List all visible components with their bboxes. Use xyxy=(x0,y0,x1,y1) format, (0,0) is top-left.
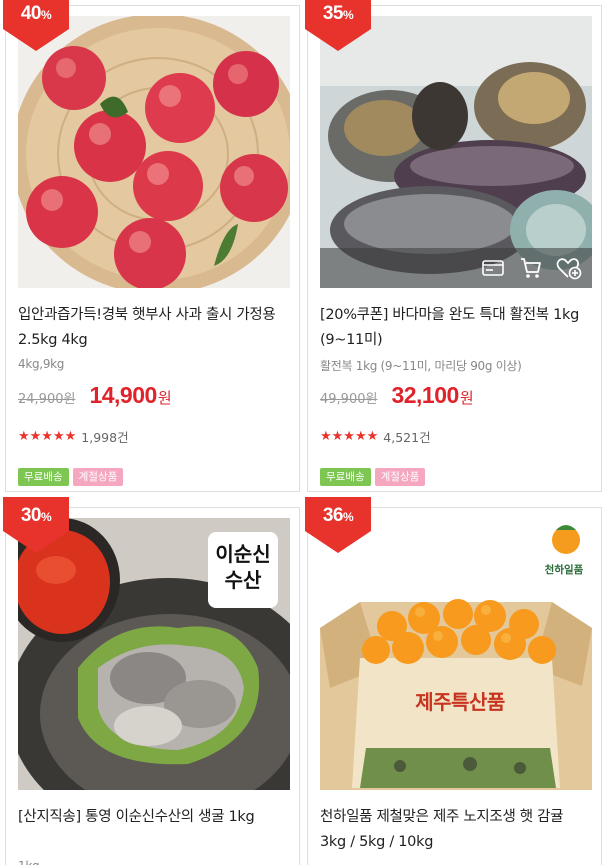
product-title[interactable]: 입안과즙가득!경북 햇부사 사과 출시 가정용 2.5kg 4kg xyxy=(18,303,290,353)
currency-label: 원 xyxy=(157,389,172,407)
review-count: 1,998건 xyxy=(81,430,129,445)
currency-label: 원 xyxy=(459,389,474,407)
card-payment-icon[interactable] xyxy=(480,255,506,281)
discount-badge: 35% xyxy=(305,0,371,51)
seasonal-tag: 계절상품 xyxy=(374,468,426,486)
product-image[interactable]: 천하일품 제주특산품 xyxy=(320,518,592,790)
star-icons: ★★★★★ xyxy=(320,429,379,444)
product-image[interactable] xyxy=(320,16,592,288)
original-price: 49,900원 xyxy=(320,392,378,407)
review-count: 4,521건 xyxy=(383,430,431,445)
product-card[interactable]: 천하일품 제주특산품 36% 천하일품 제철맞은 제주 노지조생 햇 감귤 3k… xyxy=(305,497,602,865)
apple-photo xyxy=(18,16,290,288)
box-label: 제주특산품 xyxy=(415,690,505,714)
rating: ★★★★★ 1,998건 xyxy=(18,427,129,446)
brand-logo: 천하일품 xyxy=(544,564,584,576)
product-image[interactable]: 이순신 수산 xyxy=(18,518,290,790)
quick-action-bar xyxy=(320,248,592,288)
discount-badge: 40% xyxy=(3,0,69,51)
product-image[interactable] xyxy=(18,16,290,288)
wishlist-add-icon[interactable] xyxy=(556,255,582,281)
product-option: 활전복 1kg (9~11미, 마리당 90g 이상) xyxy=(320,359,522,373)
price-row: 24,900원 14,900 원 xyxy=(18,382,172,409)
star-icons: ★★★★★ xyxy=(18,429,77,444)
product-title[interactable]: [20%쿠폰] 바다마을 완도 특대 활전복 1kg (9~11미) xyxy=(320,303,592,353)
sale-price: 14,900 xyxy=(89,382,157,408)
discount-badge: 36% xyxy=(305,497,371,553)
original-price: 24,900원 xyxy=(18,392,76,407)
free-shipping-tag: 무료배송 xyxy=(320,468,371,486)
brand-logo: 이순신 수산 xyxy=(215,542,271,592)
tangerine-box-photo xyxy=(320,518,592,790)
free-shipping-tag: 무료배송 xyxy=(18,468,69,486)
tag-list: 무료배송 계절상품 xyxy=(18,468,124,486)
product-option: 1kg xyxy=(18,859,290,865)
seasonal-tag: 계절상품 xyxy=(72,468,124,486)
sale-price: 32,100 xyxy=(391,382,459,408)
product-card[interactable]: 40% 입안과즙가득!경북 햇부사 사과 출시 가정용 2.5kg 4kg 4k… xyxy=(3,0,300,492)
discount-badge: 30% xyxy=(3,497,69,553)
tag-list: 무료배송 계절상품 xyxy=(320,468,426,486)
product-card[interactable]: 35% [20%쿠폰] 바다마을 완도 특대 활전복 1kg (9~11미) 활… xyxy=(305,0,602,492)
cart-icon[interactable] xyxy=(518,255,544,281)
rating: ★★★★★ 4,521건 xyxy=(320,427,431,446)
price-row: 49,900원 32,100 원 xyxy=(320,382,474,409)
product-title[interactable]: [산지직송] 통영 이순신수산의 생굴 1kg xyxy=(18,805,290,830)
product-option: 4kg,9kg xyxy=(18,357,65,371)
product-title[interactable]: 천하일품 제철맞은 제주 노지조생 햇 감귤 3kg / 5kg / 10kg xyxy=(320,805,592,855)
product-card[interactable]: 이순신 수산 30% [산지직송] 통영 이순신수산의 생굴 1kg 1kg xyxy=(3,497,300,865)
